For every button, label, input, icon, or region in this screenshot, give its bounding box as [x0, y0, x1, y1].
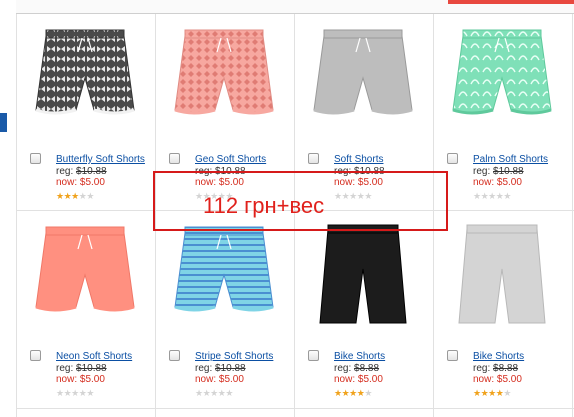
product-rating: ★★★★★	[334, 389, 372, 398]
side-feedback-tab[interactable]	[0, 113, 7, 132]
product-card: Bike Shorts reg: $8.88 now: $5.00 ★★★★★	[433, 211, 571, 408]
product-rating: ★★★★★	[56, 192, 94, 201]
grid-divider	[16, 408, 574, 409]
sale-price: now: $5.00	[473, 177, 522, 188]
rating-star-icon: ★	[86, 191, 94, 201]
sale-price: now: $5.00	[195, 374, 244, 385]
product-rating: ★★★★★	[56, 389, 94, 398]
product-name-link[interactable]: Bike Shorts	[473, 351, 524, 362]
sale-price: now: $5.00	[334, 374, 383, 385]
rating-star-icon: ★	[56, 388, 64, 398]
rating-star-icon: ★	[473, 388, 481, 398]
rating-star-icon: ★	[473, 191, 481, 201]
rating-star-icon: ★	[488, 388, 496, 398]
rating-star-icon: ★	[56, 191, 64, 201]
price-annotation-box: 112 грн+вес	[153, 171, 448, 231]
regular-price: reg: $10.88	[56, 166, 107, 177]
rating-star-icon: ★	[503, 388, 511, 398]
product-image[interactable]	[433, 211, 571, 341]
product-card: Butterfly Soft Shorts reg: $10.88 now: $…	[16, 14, 154, 211]
product-card: Neon Soft Shorts reg: $10.88 now: $5.00 …	[16, 211, 154, 408]
product-rating: ★★★★★	[473, 389, 511, 398]
compare-checkbox[interactable]	[30, 153, 41, 164]
top-toolbar	[16, 0, 574, 14]
product-name-link[interactable]: Stripe Soft Shorts	[195, 351, 273, 362]
compare-checkbox[interactable]	[169, 350, 180, 361]
product-name-link[interactable]: Bike Shorts	[334, 351, 385, 362]
compare-checkbox[interactable]	[308, 153, 319, 164]
compare-checkbox[interactable]	[447, 350, 458, 361]
product-image[interactable]	[294, 14, 432, 144]
regular-price: reg: $8.88	[334, 363, 380, 374]
rating-star-icon: ★	[210, 388, 218, 398]
rating-star-icon: ★	[86, 388, 94, 398]
product-name-link[interactable]: Butterfly Soft Shorts	[56, 154, 145, 165]
product-image[interactable]	[16, 14, 154, 144]
compare-checkbox[interactable]	[447, 153, 458, 164]
compare-checkbox[interactable]	[308, 350, 319, 361]
sale-price: now: $5.00	[473, 374, 522, 385]
product-image[interactable]	[433, 14, 571, 144]
rating-star-icon: ★	[488, 191, 496, 201]
product-rating: ★★★★★	[473, 192, 511, 201]
product-name-link[interactable]: Geo Soft Shorts	[195, 154, 266, 165]
rating-star-icon: ★	[71, 191, 79, 201]
product-name-link[interactable]: Neon Soft Shorts	[56, 351, 132, 362]
rating-star-icon: ★	[195, 388, 203, 398]
product-image[interactable]	[155, 14, 293, 144]
rating-star-icon: ★	[503, 191, 511, 201]
sale-price: now: $5.00	[56, 374, 105, 385]
compare-checkbox[interactable]	[169, 153, 180, 164]
regular-price: reg: $8.88	[473, 363, 519, 374]
rating-star-icon: ★	[349, 388, 357, 398]
product-name-link[interactable]: Soft Shorts	[334, 154, 383, 165]
top-action-button[interactable]	[448, 0, 574, 4]
rating-star-icon: ★	[334, 388, 342, 398]
regular-price: reg: $10.88	[195, 363, 246, 374]
product-name-link[interactable]: Palm Soft Shorts	[473, 154, 548, 165]
sale-price: now: $5.00	[56, 177, 105, 188]
regular-price: reg: $10.88	[473, 166, 524, 177]
rating-star-icon: ★	[71, 388, 79, 398]
product-card: Palm Soft Shorts reg: $10.88 now: $5.00 …	[433, 14, 571, 211]
product-card: Stripe Soft Shorts reg: $10.88 now: $5.0…	[155, 211, 293, 408]
product-rating: ★★★★★	[195, 389, 233, 398]
product-card: Bike Shorts reg: $8.88 now: $5.00 ★★★★★	[294, 211, 432, 408]
regular-price: reg: $10.88	[56, 363, 107, 374]
rating-star-icon: ★	[225, 388, 233, 398]
product-image[interactable]	[16, 211, 154, 341]
price-annotation-text: 112 грн+вес	[203, 193, 325, 218]
compare-checkbox[interactable]	[30, 350, 41, 361]
grid-divider	[572, 14, 573, 417]
rating-star-icon: ★	[364, 388, 372, 398]
